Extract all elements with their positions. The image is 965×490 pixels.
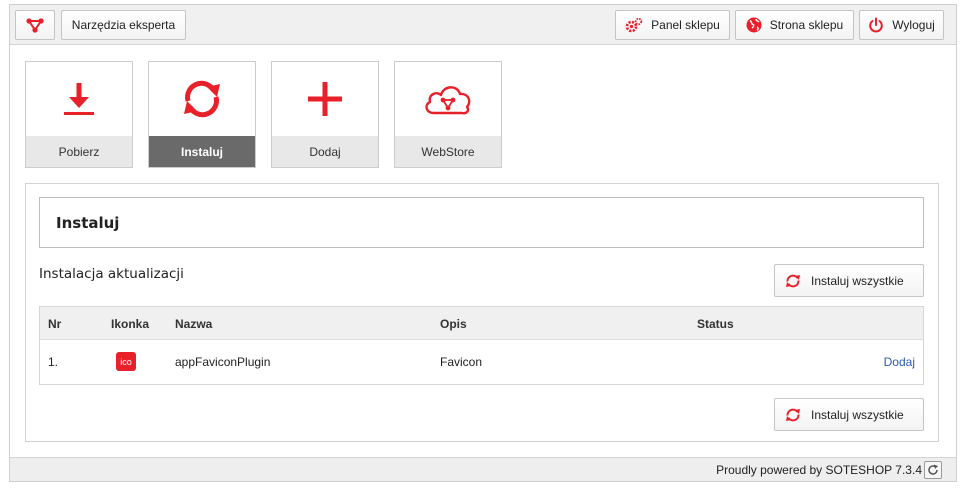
app-frame: Narzędzia eksperta Panel sklepu Strona s… (9, 4, 957, 482)
expert-tools-button[interactable]: Narzędzia eksperta (61, 10, 186, 40)
column-header-nr: Nr (48, 317, 62, 331)
tile-download[interactable]: Pobierz (25, 61, 133, 168)
logout-button[interactable]: Wyloguj (859, 10, 944, 40)
tile-webstore[interactable]: WebStore (394, 61, 502, 168)
sync-icon (786, 408, 800, 421)
main-panel: Instaluj Instalacja aktualizacji Instalu… (25, 183, 939, 442)
row-name: appFaviconPlugin (175, 355, 271, 369)
shop-page-button[interactable]: Strona sklepu (735, 10, 854, 40)
tile-download-icon-area (26, 62, 132, 136)
install-all-label: Instaluj wszystkie (811, 273, 904, 288)
section-subtitle: Instalacja aktualizacji (39, 266, 184, 282)
logo-button[interactable] (15, 10, 55, 40)
sync-icon (786, 274, 800, 287)
footer: Proudly powered by SOTESHOP 7.3.4 (10, 457, 956, 481)
tile-webstore-label: WebStore (395, 136, 501, 167)
soteshop-logo-icon (26, 18, 44, 33)
refresh-icon (928, 464, 938, 475)
column-header-name: Nazwa (175, 317, 213, 331)
shop-panel-label: Panel sklepu (651, 18, 720, 32)
logout-label: Wyloguj (892, 18, 935, 32)
tile-install-icon-area (149, 62, 255, 136)
powered-by-text: Proudly powered by SOTESHOP 7.3.4 (716, 463, 922, 477)
gears-icon (625, 17, 643, 33)
power-icon (869, 17, 883, 33)
shop-page-label: Strona sklepu (769, 18, 844, 32)
table-row: 1. ico appFaviconPlugin Favicon Dodaj (40, 340, 923, 384)
column-header-description: Opis (440, 317, 467, 331)
shop-panel-button[interactable]: Panel sklepu (615, 10, 730, 40)
tile-install[interactable]: Instaluj (148, 61, 256, 168)
tile-download-label: Pobierz (26, 136, 132, 167)
sync-icon (184, 80, 220, 118)
row-number: 1. (48, 355, 59, 369)
tile-add-icon-area (272, 62, 378, 136)
plus-icon (308, 82, 342, 116)
row-add-link[interactable]: Dodaj (884, 355, 915, 369)
top-bar: Narzędzia eksperta Panel sklepu Strona s… (10, 5, 956, 45)
page-title: Instaluj (39, 197, 924, 248)
tile-add-label: Dodaj (272, 136, 378, 167)
cloud-share-icon (425, 86, 471, 115)
install-all-button-top[interactable]: Instaluj wszystkie (774, 264, 924, 297)
install-all-button-bottom[interactable]: Instaluj wszystkie (774, 398, 924, 431)
download-icon (64, 83, 94, 115)
tile-add[interactable]: Dodaj (271, 61, 379, 168)
expert-tools-label: Narzędzia eksperta (71, 18, 176, 32)
column-header-icon: Ikonka (111, 317, 150, 331)
globe-icon (746, 17, 762, 33)
table-header: Nr Ikonka Nazwa Opis Status (40, 307, 923, 340)
tile-webstore-icon-area (395, 62, 501, 136)
install-all-label: Instaluj wszystkie (811, 407, 904, 422)
plugin-icon: ico (116, 352, 136, 371)
updates-table: Nr Ikonka Nazwa Opis Status 1. ico appFa… (39, 306, 924, 385)
column-header-status: Status (697, 317, 734, 331)
row-description: Favicon (440, 355, 483, 369)
tile-install-label: Instaluj (149, 136, 255, 167)
footer-refresh-button[interactable] (924, 461, 942, 479)
